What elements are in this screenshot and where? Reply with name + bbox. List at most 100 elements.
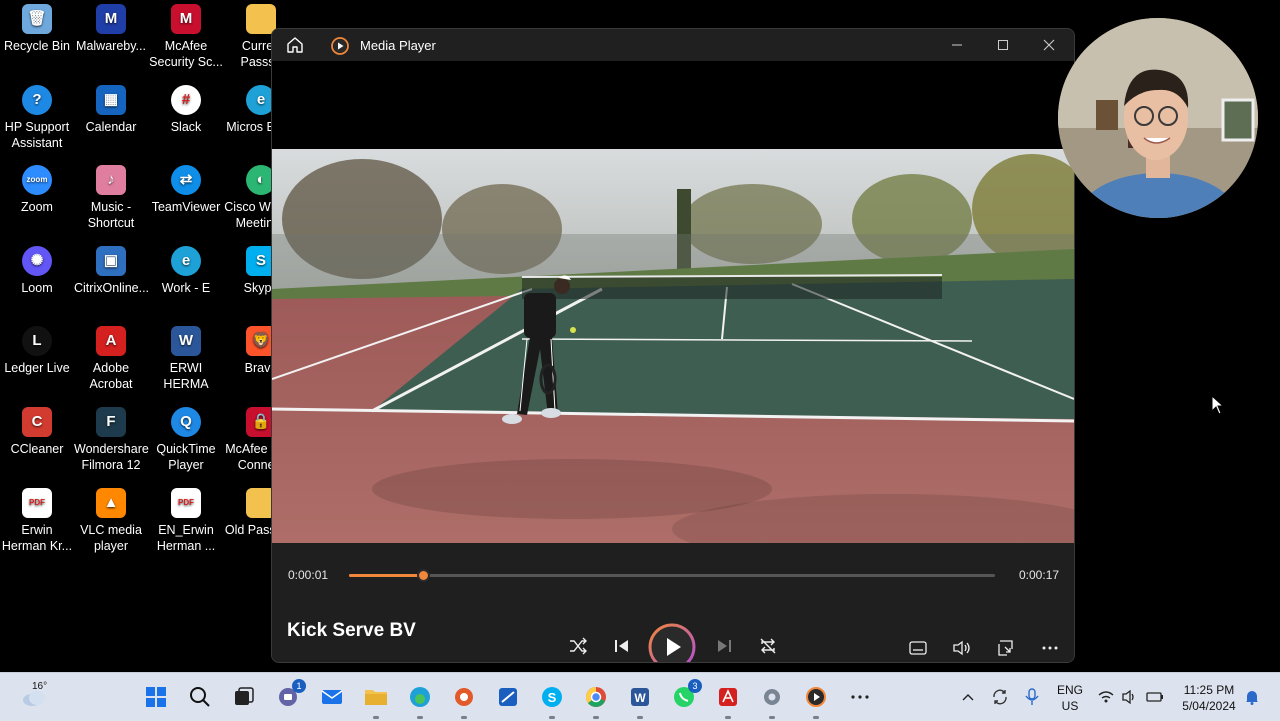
running-indicator — [417, 716, 423, 719]
running-indicator — [549, 716, 555, 719]
seek-bar-progress — [349, 574, 424, 577]
desktop-icon[interactable]: PDF Erwin Herman Kr... — [0, 487, 74, 554]
play-button[interactable] — [648, 623, 696, 662]
playback-controls: 0:00:01 0:00:17 Kick Serve BV — [272, 543, 1074, 662]
running-indicator — [637, 716, 643, 719]
desktop-icon[interactable]: e Work - E — [149, 245, 223, 296]
acrobat-button[interactable] — [712, 681, 744, 719]
seek-bar[interactable] — [349, 569, 995, 582]
media-icon — [806, 687, 826, 707]
recycle-bin-icon: 🗑 — [22, 4, 52, 34]
desktop-icon-label: CitrixOnline... — [74, 280, 150, 295]
shuffle-button[interactable] — [566, 634, 590, 658]
video-frame-tennis-court[interactable] — [272, 149, 1074, 575]
desktop-icon[interactable]: ✺ Loom — [0, 245, 74, 296]
chrome-button[interactable] — [580, 681, 612, 719]
quicktime-icon: Q — [171, 407, 201, 437]
desktop-icon[interactable]: ⇄ TeamViewer — [149, 165, 223, 215]
snip-icon — [499, 688, 517, 706]
seek-bar-thumb[interactable] — [417, 569, 431, 582]
desktop-icon[interactable]: ▦ Calendar — [74, 84, 148, 135]
desktop-icon[interactable]: W ERWI HERMA — [149, 326, 223, 392]
language-indicator[interactable]: ENG US — [1052, 682, 1088, 714]
chrome-icon — [586, 687, 606, 707]
desktop-icon-label: EN_Erwin Herman ... — [156, 522, 216, 553]
desktop-icon[interactable]: # Slack — [149, 84, 223, 135]
show-hidden-icons-button[interactable] — [956, 681, 980, 713]
shuffle-icon — [570, 637, 587, 655]
volume-button[interactable] — [950, 636, 974, 660]
task-view-button[interactable] — [228, 681, 260, 713]
svg-text:W: W — [634, 691, 646, 705]
search-button[interactable] — [184, 681, 216, 713]
network-volume-battery-button[interactable] — [1094, 681, 1170, 713]
start-icon — [146, 687, 166, 707]
desktop-icon-label: Wondershare Filmora 12 — [74, 442, 149, 472]
edge-button[interactable] — [404, 681, 436, 719]
title-bar[interactable]: Media Player — [272, 29, 1074, 61]
hp-support-icon: ? — [22, 84, 52, 115]
desktop-icon[interactable]: M Malwareby... — [74, 4, 148, 54]
home-icon[interactable] — [286, 36, 304, 54]
language-code: ENG — [1056, 683, 1083, 697]
more-apps-button[interactable] — [844, 681, 876, 713]
webcam-overlay[interactable] — [1058, 18, 1258, 218]
desktop-icon[interactable]: ? HP Support Assistant — [0, 84, 74, 151]
captions-button[interactable] — [906, 636, 930, 660]
desktop-icon[interactable]: PDF EN_Erwin Herman ... — [149, 487, 223, 554]
whatsapp-button[interactable]: 3 — [668, 679, 702, 713]
previous-button[interactable] — [610, 634, 634, 658]
desktop-icon[interactable]: zoom Zoom — [0, 165, 74, 215]
desktop-icon-label: Calendar — [85, 119, 137, 134]
desktop-icon[interactable]: M McAfee Security Sc... — [149, 4, 223, 70]
desktop-icon[interactable]: A Adobe Acrobat — [74, 326, 148, 392]
minimize-button[interactable] — [934, 29, 980, 61]
desktop-icon-label: ERWI HERMA — [163, 361, 209, 392]
notifications-button[interactable] — [1240, 681, 1264, 713]
maximize-button[interactable] — [980, 29, 1026, 61]
desktop-icon[interactable]: Q QuickTime Player — [149, 407, 223, 473]
settings-button[interactable] — [756, 681, 788, 719]
snipping-tool-button[interactable] — [492, 681, 524, 713]
weather-widget[interactable]: 16° — [14, 681, 54, 713]
desktop-icon[interactable]: 🗑 Recycle Bin — [0, 4, 74, 54]
skype-button[interactable]: S — [536, 681, 568, 719]
clock[interactable]: 11:25 PM 5/04/2024 — [1176, 682, 1242, 714]
sync-icon — [993, 689, 1007, 705]
repeat-button[interactable] — [756, 634, 780, 658]
chevron-up-icon — [962, 694, 974, 701]
vlc-icon: ▲ — [96, 487, 126, 518]
desktop-icon-label: Zoom — [21, 200, 53, 215]
more-icon — [1042, 646, 1058, 650]
sync-status-button[interactable] — [986, 681, 1014, 713]
screen-recorder-button[interactable] — [448, 681, 480, 719]
close-icon — [1043, 39, 1055, 51]
desktop-icon[interactable]: ▲ VLC media player — [74, 487, 148, 554]
teamviewer-icon: ⇄ — [171, 165, 201, 196]
microphone-button[interactable] — [1018, 681, 1046, 713]
desktop-icon-label: VLC media player — [80, 522, 142, 553]
wifi-volume-battery-icons — [1098, 689, 1163, 705]
mail-button[interactable] — [316, 681, 348, 713]
word-button[interactable]: W — [624, 681, 656, 719]
start-button[interactable] — [140, 681, 172, 713]
word-icon: W — [631, 688, 649, 706]
mini-player-button[interactable] — [994, 636, 1018, 660]
clock-time: 11:25 PM — [1183, 683, 1235, 697]
desktop-icon[interactable]: ♪ Music - Shortcut — [74, 165, 148, 231]
desktop-icon[interactable]: F Wondershare Filmora 12 — [74, 407, 149, 473]
media-player-button[interactable] — [800, 681, 832, 719]
more-options-button[interactable] — [1038, 636, 1062, 660]
desktop-icon[interactable]: ▣ CitrixOnline... — [74, 245, 150, 296]
taskview-icon — [235, 687, 254, 705]
file-explorer-button[interactable] — [360, 681, 392, 719]
desktop-icon[interactable]: C CCleaner — [0, 407, 74, 457]
acrobat-icon: A — [96, 326, 126, 357]
video-area[interactable] — [272, 61, 1074, 575]
teams-chat-button[interactable]: 1 — [272, 679, 306, 713]
next-button[interactable] — [712, 634, 736, 658]
clock-date: 5/04/2024 — [1182, 699, 1236, 713]
desktop-icon[interactable]: L Ledger Live — [0, 326, 74, 376]
close-button[interactable] — [1026, 29, 1072, 61]
pdf-icon: PDF — [22, 487, 52, 518]
